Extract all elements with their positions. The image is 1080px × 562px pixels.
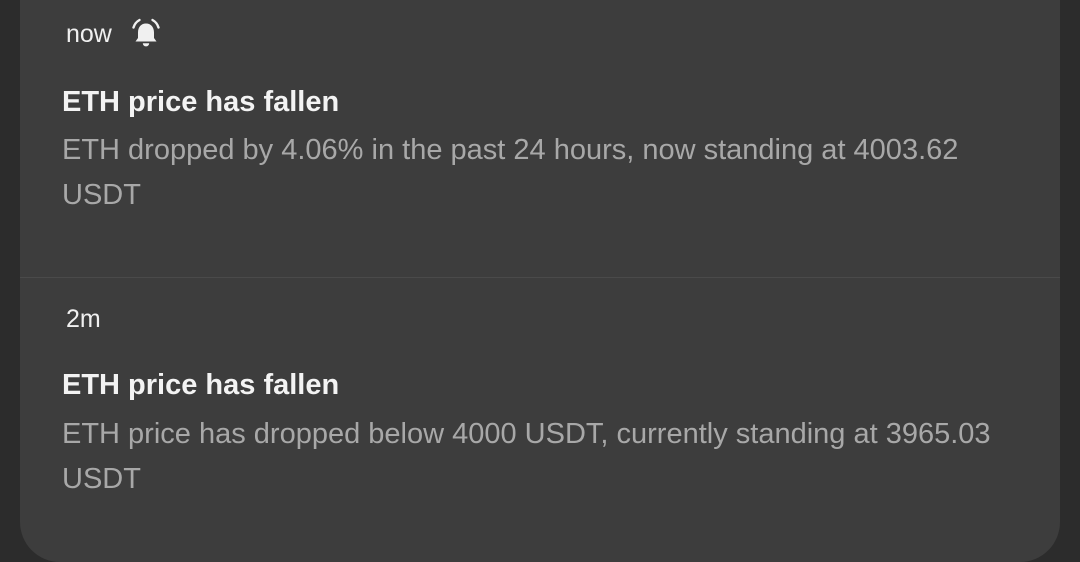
notification-title: ETH price has fallen (62, 369, 340, 401)
notification-panel: now ETH price has fallen ETH dropped by … (20, 0, 1060, 562)
notification-title: ETH price has fallen (62, 86, 340, 118)
notification-meta: now (66, 18, 162, 50)
notification-item[interactable]: now ETH price has fallen ETH dropped by … (20, 0, 1060, 258)
notification-meta: 2m (66, 303, 101, 335)
notification-body: ETH dropped by 4.06% in the past 24 hour… (62, 134, 959, 211)
notification-time: 2m (66, 305, 101, 333)
alarm-bell-icon (130, 18, 162, 50)
notification-body: ETH price has dropped below 4000 USDT, c… (62, 418, 991, 495)
notification-item[interactable]: 2m ETH price has fallen ETH price has dr… (20, 259, 1060, 562)
notification-time: now (66, 20, 112, 48)
